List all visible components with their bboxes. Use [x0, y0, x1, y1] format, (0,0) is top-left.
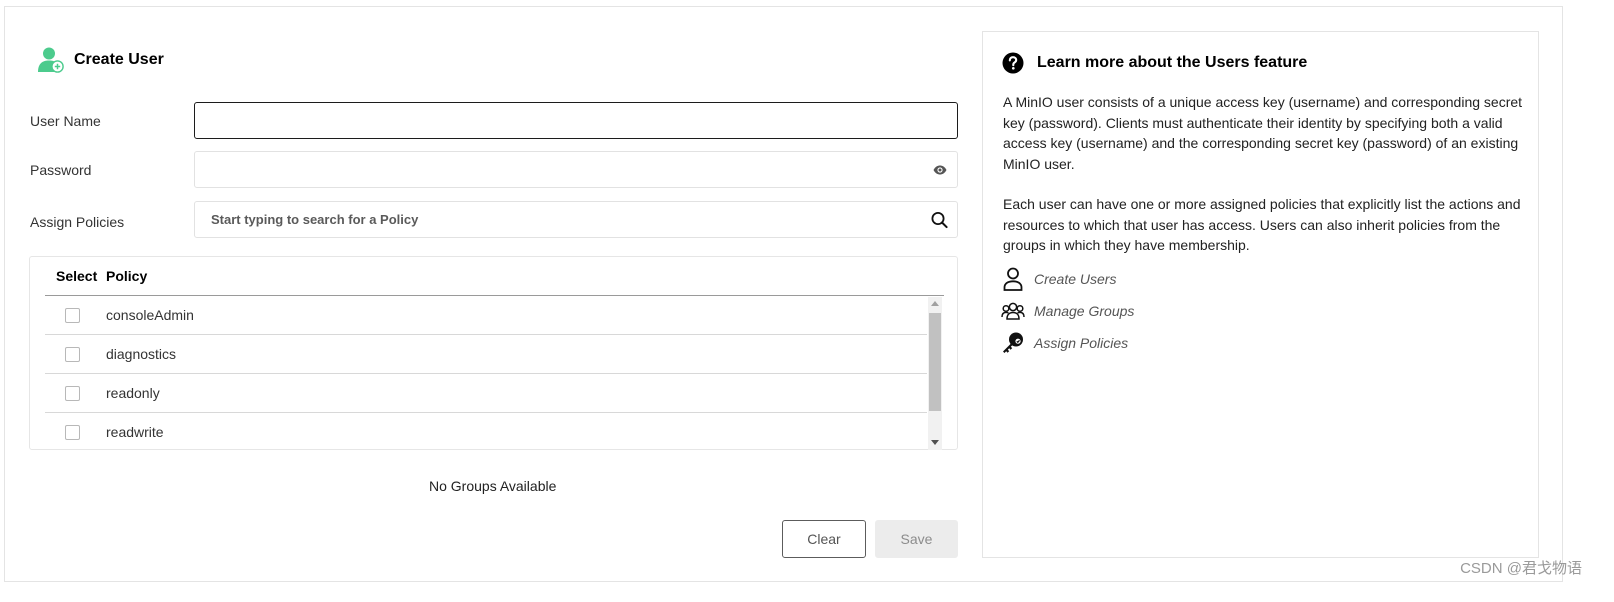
help-link-label: Create Users: [1034, 271, 1117, 287]
policy-scrollbar[interactable]: [928, 297, 942, 450]
policy-row[interactable]: consoleAdmin: [45, 296, 927, 335]
help-link-create-users[interactable]: Create Users: [1001, 267, 1116, 291]
password-input[interactable]: [195, 152, 957, 187]
scrollbar-thumb[interactable]: [929, 313, 941, 411]
assign-policies-label: Assign Policies: [30, 214, 125, 230]
help-panel: Learn more about the Users feature A Min…: [982, 31, 1539, 558]
scroll-up-arrow-icon[interactable]: [931, 301, 939, 306]
help-link-assign-policies[interactable]: Assign Policies: [1001, 331, 1128, 355]
eye-icon: [933, 165, 947, 174]
show-password-toggle[interactable]: [933, 165, 947, 175]
policy-checkbox[interactable]: [65, 424, 80, 440]
help-paragraph: A MinIO user consists of a unique access…: [1003, 94, 1523, 172]
clear-button[interactable]: Clear: [782, 520, 866, 558]
policy-table: Select Policy consoleAdmin diagnostics r…: [29, 256, 958, 450]
no-groups-message: No Groups Available: [429, 478, 557, 494]
policy-row[interactable]: diagnostics: [45, 335, 927, 374]
key-icon: [1001, 331, 1025, 355]
column-header-select: Select: [56, 268, 98, 284]
form-header: Create User: [38, 45, 164, 75]
watermark: CSDN @君戈物语: [1460, 560, 1582, 577]
column-header-policy: Policy: [106, 268, 148, 284]
username-field-wrapper: [194, 102, 958, 139]
policy-search-wrapper: [194, 201, 958, 238]
password-label: Password: [30, 162, 92, 178]
policy-name: readonly: [106, 385, 160, 401]
scroll-down-arrow-icon[interactable]: [931, 440, 939, 445]
policy-checkbox[interactable]: [65, 346, 80, 362]
help-link-manage-groups[interactable]: Manage Groups: [1001, 299, 1134, 323]
save-button[interactable]: Save: [875, 520, 958, 558]
policy-row[interactable]: readwrite: [45, 413, 927, 450]
policy-name: diagnostics: [106, 346, 177, 362]
help-title: Learn more about the Users feature: [1037, 54, 1308, 71]
policy-checkbox[interactable]: [65, 307, 80, 323]
username-label: User Name: [30, 113, 101, 129]
add-user-icon: [38, 47, 64, 73]
username-input[interactable]: [195, 103, 957, 138]
help-header: Learn more about the Users feature: [1002, 52, 1307, 74]
help-paragraph: Each user can have one or more assigned …: [1003, 196, 1521, 253]
user-outline-icon: [1001, 267, 1025, 291]
policy-search-input[interactable]: [195, 202, 957, 237]
policy-name: consoleAdmin: [106, 307, 194, 323]
password-field-wrapper: [194, 151, 958, 188]
help-link-label: Manage Groups: [1034, 303, 1135, 319]
search-icon: [931, 211, 948, 228]
policy-search-button[interactable]: [931, 211, 948, 228]
page-title: Create User: [74, 51, 164, 68]
policy-name: readwrite: [106, 424, 164, 440]
groups-icon: [1001, 299, 1025, 323]
policy-rows: consoleAdmin diagnostics readonly readwr…: [45, 296, 927, 450]
policy-checkbox[interactable]: [65, 385, 80, 401]
help-link-label: Assign Policies: [1034, 335, 1129, 351]
question-circle-icon: [1002, 52, 1024, 74]
policy-table-header: Select Policy: [45, 257, 944, 296]
policy-row[interactable]: readonly: [45, 374, 927, 413]
